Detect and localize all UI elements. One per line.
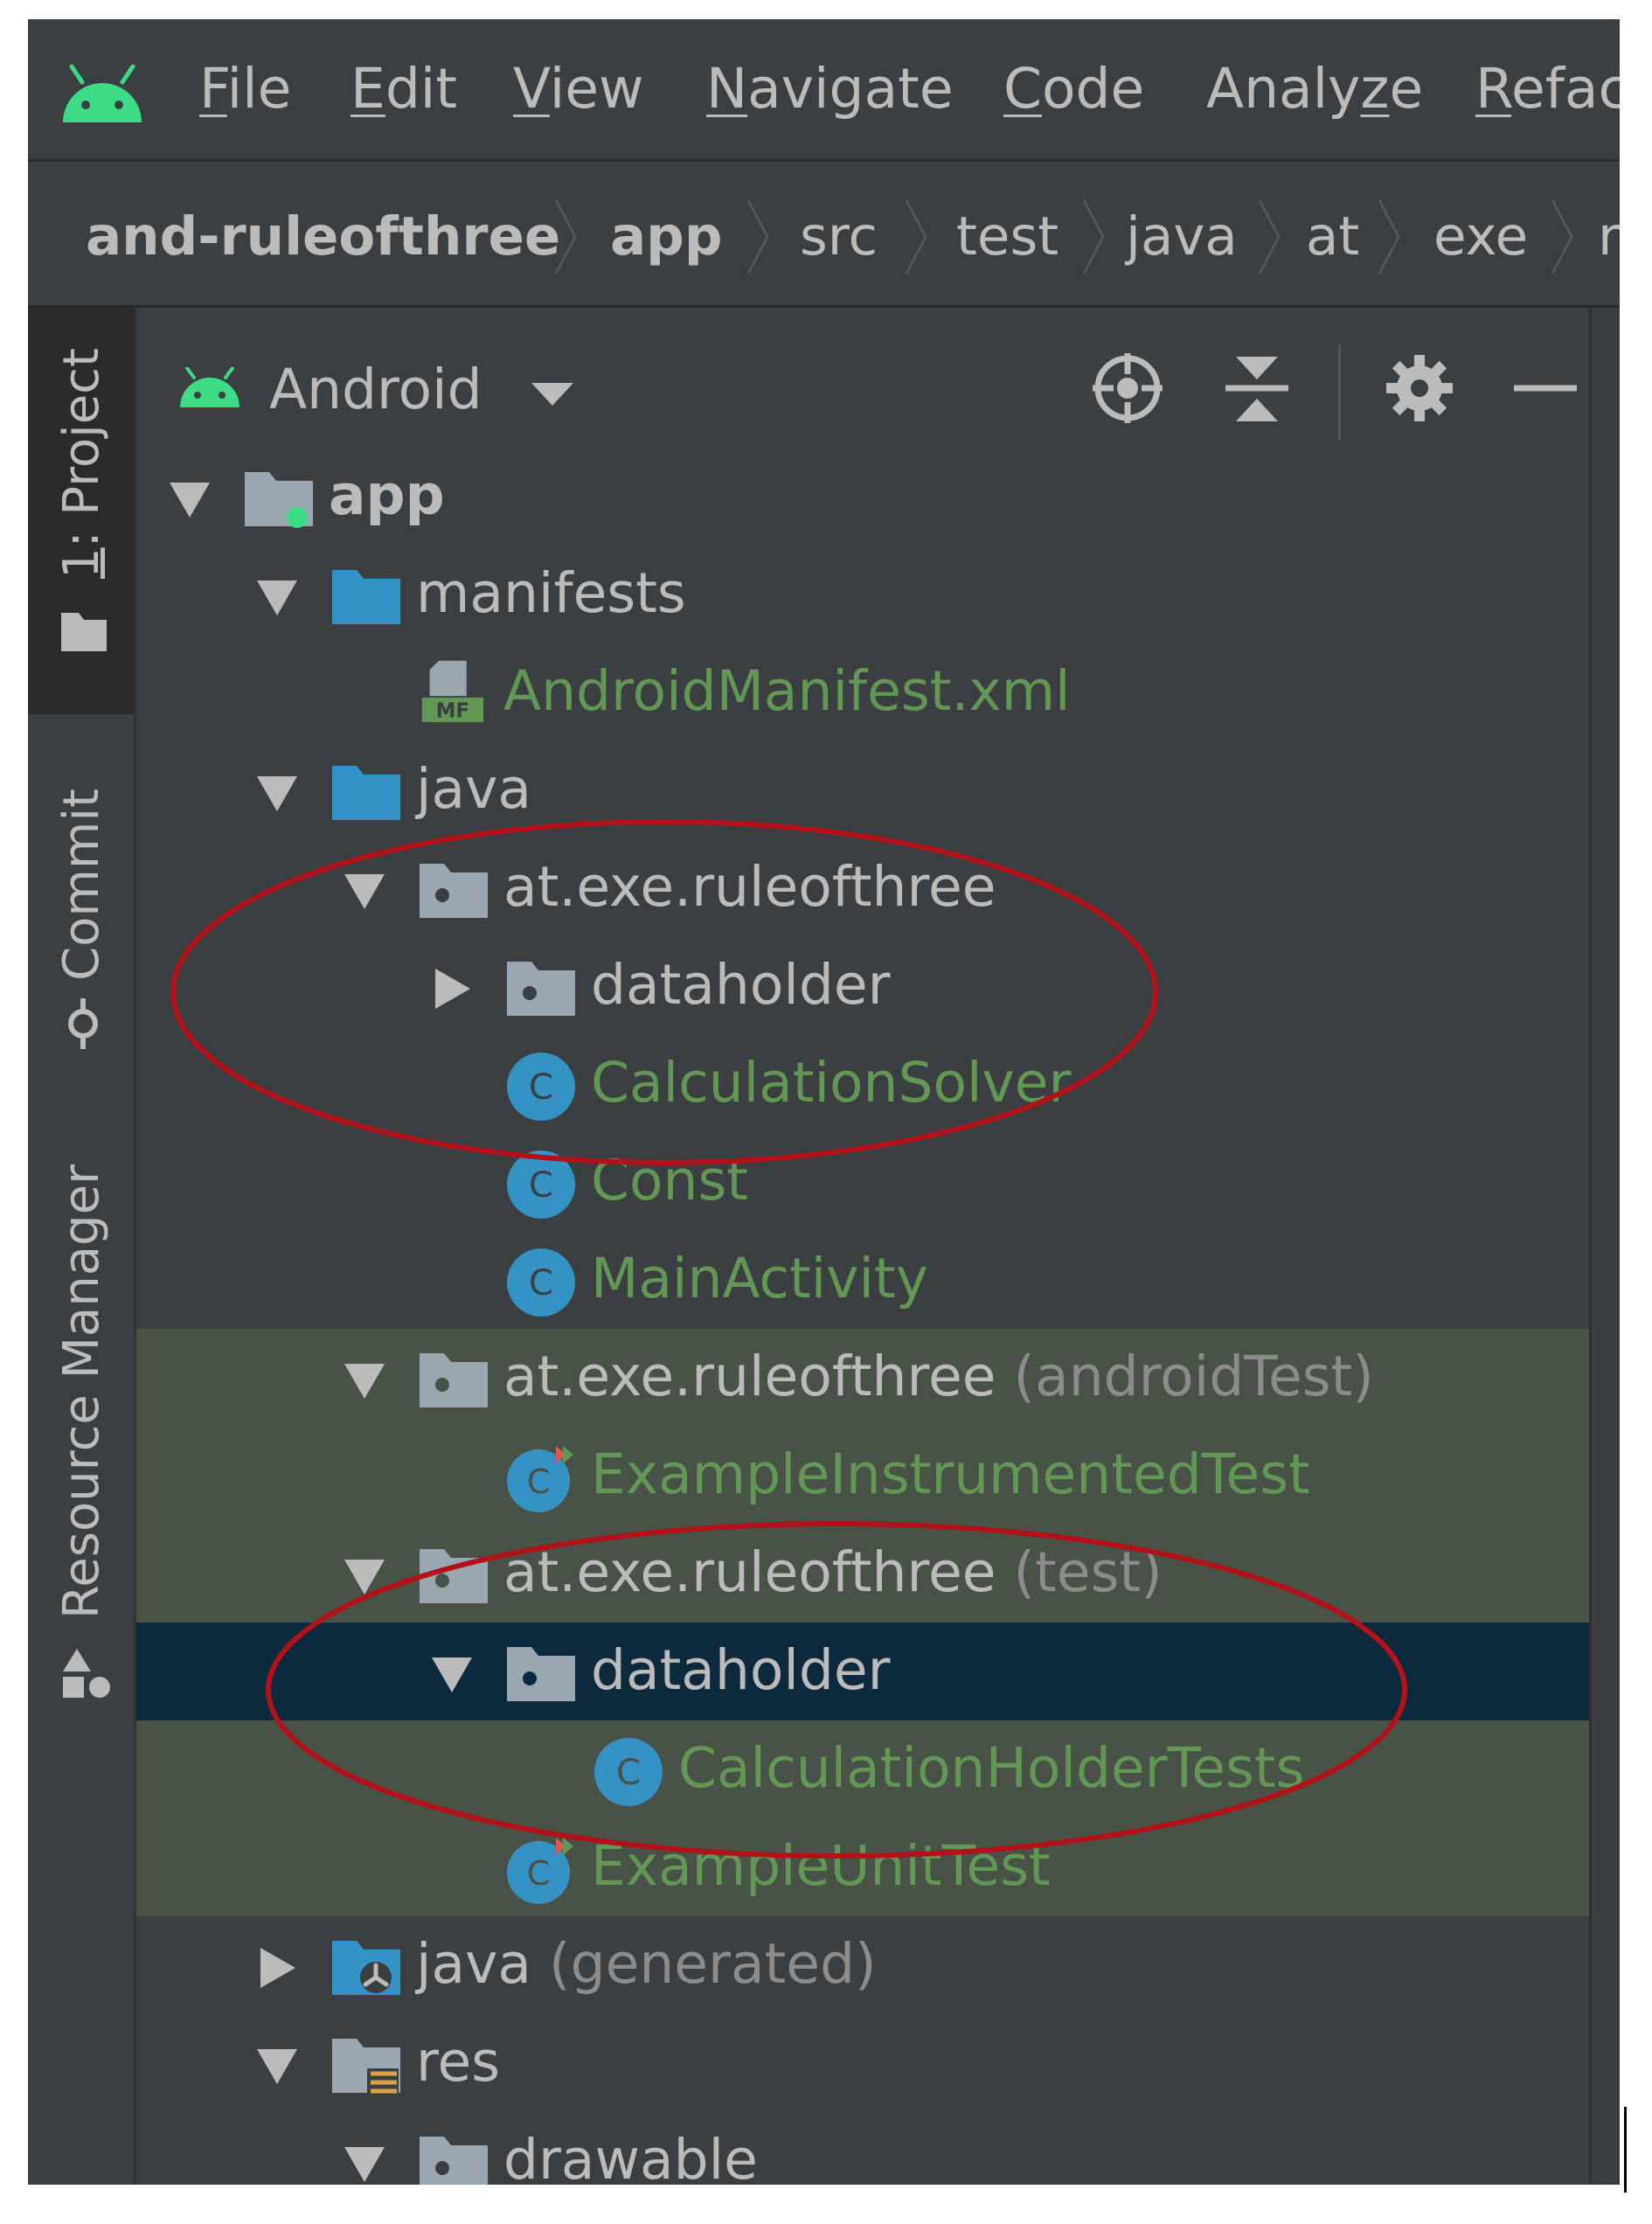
tool-tab-commit[interactable]: Commit [53,789,110,981]
cursor-mark [1624,2107,1627,2193]
tree-row-main-activity[interactable]: C MainActivity [136,1231,1589,1329]
tree-label: at.exe.ruleofthree (androidTest) [503,1345,1374,1408]
tree-row-manifests[interactable]: manifests [136,546,1589,643]
tree-row-package-android-test[interactable]: at.exe.ruleofthree (androidTest) [136,1329,1589,1427]
select-opened-file-icon[interactable] [1091,351,1164,425]
expand-arrow-down-icon[interactable] [168,477,212,521]
package-icon [420,2137,488,2185]
tree-row-java-generated[interactable]: java (generated) [136,1916,1589,2014]
expand-arrow-down-icon[interactable] [255,771,299,815]
menu-code[interactable]: Code [1003,54,1144,124]
collapse-all-icon[interactable] [1220,351,1294,425]
chevron-right-icon [905,199,927,275]
expand-arrow-right-icon[interactable] [255,1946,299,1990]
header-divider [1338,344,1341,441]
expand-arrow-down-icon[interactable] [343,1359,386,1402]
resources-folder-icon [332,2039,400,2095]
expand-arrow-down-icon[interactable] [255,575,299,619]
editor-gutter [1589,308,1620,2185]
annotation-ellipse-main-package [170,819,1158,1165]
tree-label: java (generated) [416,1932,877,1996]
menu-view[interactable]: View [513,54,644,124]
chevron-down-icon[interactable] [530,379,575,409]
module-folder-icon [245,472,313,528]
resource-manager-icon [63,1649,110,1698]
menu-analyze[interactable]: Analyze [1206,54,1423,124]
tool-tab-resource-manager[interactable]: Resource Manager [53,1164,110,1619]
breadcrumb-item-clipped[interactable]: r [1598,202,1620,272]
gear-icon[interactable] [1383,351,1456,425]
tool-window-strip: 1: Project Commit Resource Manager [28,308,136,2185]
package-icon [420,1353,488,1407]
project-view-selector[interactable]: Android [269,357,482,423]
source-folder-icon [332,570,400,624]
breadcrumb: and-ruleofthree app src test java at exe… [28,162,1620,306]
chevron-right-icon [1551,199,1573,275]
android-logo-icon [63,65,142,122]
tree-row-res[interactable]: res [136,2014,1589,2112]
breadcrumb-item-exe[interactable]: exe [1433,202,1528,272]
tree-row-drawable[interactable]: drawable [136,2112,1589,2185]
commit-icon [68,998,98,1049]
tree-label: app [329,463,445,527]
breadcrumb-item-app[interactable]: app [610,202,723,272]
tree-row-app[interactable]: app [136,448,1589,546]
svg-text:MF: MF [436,700,469,722]
chevron-right-icon [1258,199,1281,275]
tree-label: ExampleInstrumentedTest [591,1442,1310,1506]
chevron-right-icon [1082,199,1105,275]
test-class-icon: C [507,1446,573,1512]
menu-file[interactable]: File [199,54,291,124]
tree-label: AndroidManifest.xml [503,659,1071,723]
project-tree: app manifests MF AndroidManifest.xml jav… [136,448,1589,2185]
expand-arrow-down-icon[interactable] [255,2044,299,2088]
android-icon [180,367,239,407]
tool-tab-project[interactable]: 1: Project [28,308,134,714]
chevron-right-icon [1378,199,1400,275]
annotation-ellipse-test-package [266,1521,1407,1859]
folder-icon [61,613,107,651]
hide-panel-icon[interactable] [1509,351,1582,425]
menu-edit[interactable]: Edit [351,54,457,124]
tree-row-example-instrumented-test[interactable]: C ExampleInstrumentedTest [136,1427,1589,1525]
menu-bar: File Edit View Navigate Code Analyze Ref… [28,19,1620,159]
expand-arrow-down-icon[interactable] [343,2142,386,2185]
breadcrumb-item-at[interactable]: at [1306,202,1359,272]
class-icon: C [507,1248,575,1317]
svg-text:C: C [527,1463,551,1501]
manifest-file-icon: MF [421,660,483,722]
breadcrumb-item-java[interactable]: java [1126,202,1238,272]
menu-navigate[interactable]: Navigate [706,54,954,124]
svg-text:C: C [529,1263,553,1303]
menu-refactor[interactable]: Refac [1475,54,1620,124]
breadcrumb-item-src[interactable]: src [800,202,878,272]
tool-tab-project-label: 1: Project [53,348,110,579]
generated-folder-icon [332,1941,400,1995]
project-panel-header: Android n [136,308,1620,450]
tree-row-android-manifest[interactable]: MF AndroidManifest.xml [136,643,1589,741]
tree-label: drawable [503,2128,758,2185]
tree-label: MainActivity [591,1247,928,1310]
breadcrumb-item-project[interactable]: and-ruleofthree [86,202,560,272]
chevron-right-icon [746,199,769,275]
tree-label: res [416,2030,501,2094]
breadcrumb-item-test[interactable]: test [956,202,1059,272]
tree-label: manifests [416,561,686,625]
chevron-right-icon [554,199,577,275]
